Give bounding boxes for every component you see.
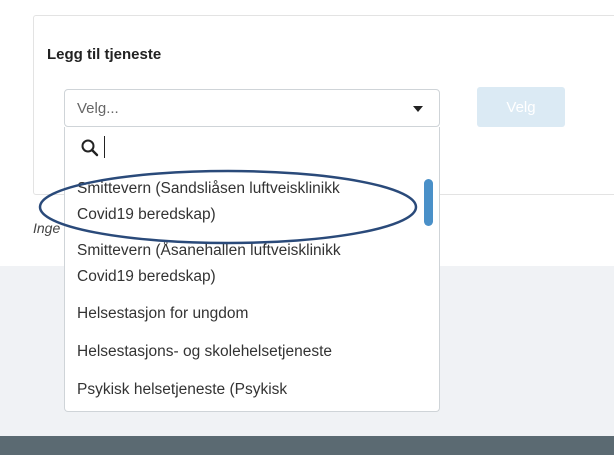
footer-bar (0, 436, 614, 455)
chevron-down-icon[interactable] (413, 106, 423, 112)
service-dropdown-menu[interactable]: Smittevern (Sandsliåsen luftveisklinikk … (64, 127, 440, 412)
dropdown-options-list: Smittevern (Sandsliåsen luftveisklinikk … (65, 171, 439, 409)
option-helsestasjons-og-skolehelsetjeneste[interactable]: Helsestasjons- og skolehelsetjeneste (65, 333, 439, 371)
dropdown-search-input[interactable] (103, 135, 403, 161)
dropdown-search-row (65, 127, 439, 171)
card-title: Legg til tjeneste (47, 46, 162, 63)
empty-services-note: Inge (33, 220, 61, 236)
service-select[interactable]: Velg... (64, 89, 440, 127)
option-smittevern-sandsliasen[interactable]: Smittevern (Sandsliåsen luftveisklinikk … (65, 171, 439, 233)
text-cursor (104, 136, 105, 158)
option-helsestasjon-for-ungdom[interactable]: Helsestasjon for ungdom (65, 295, 439, 333)
option-psykisk-helsetjeneste[interactable]: Psykisk helsetjeneste (Psykisk (65, 371, 439, 409)
velg-button[interactable]: Velg (477, 87, 565, 127)
option-smittevern-asanehallen[interactable]: Smittevern (Åsanehallen luftveisklinikk … (65, 233, 439, 295)
dropdown-scrollbar-thumb[interactable] (424, 179, 433, 226)
search-icon (81, 139, 99, 157)
select-value: Velg... (77, 100, 119, 117)
